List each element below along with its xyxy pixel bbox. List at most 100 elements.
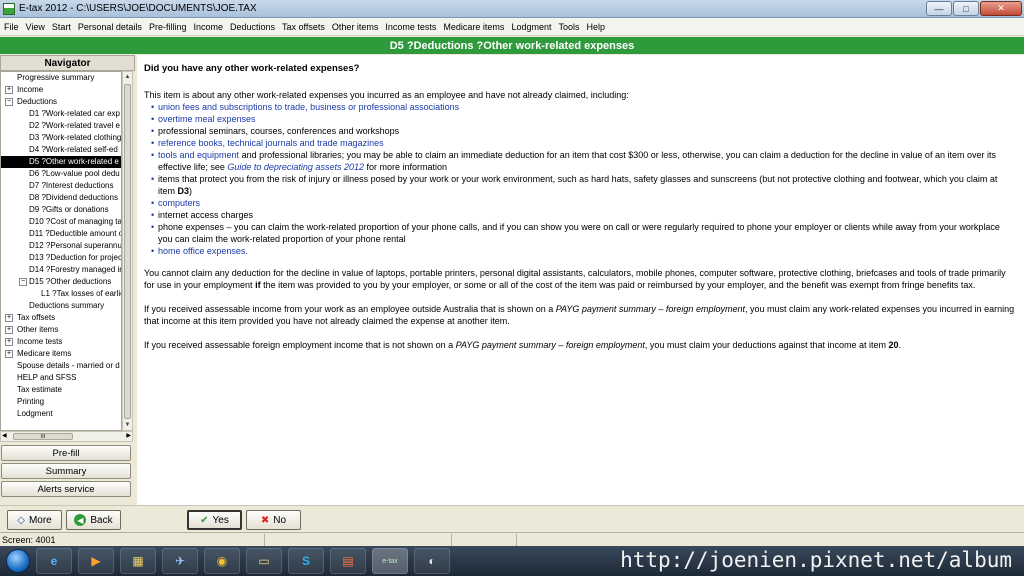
navigator-tree-item[interactable]: − D15 ?Other deductions [1, 276, 121, 288]
depreciation-guide-link[interactable]: Guide to depreciating assets 2012 [227, 162, 364, 172]
menu-help[interactable]: Help [586, 22, 605, 32]
navigator-tree-item[interactable]: Printing [1, 396, 121, 408]
no-button[interactable]: ✖ No [246, 510, 301, 530]
menu-medicare-items[interactable]: Medicare items [443, 22, 504, 32]
powerpoint-icon[interactable]: ▤ [330, 548, 366, 574]
etax-taskbar-icon[interactable]: e-tax [372, 548, 408, 574]
paint-icon[interactable]: ◐ [414, 548, 450, 574]
union-fees-link[interactable]: union fees and subscriptions to trade, b… [158, 102, 459, 112]
navigator-item-label: D7 ?Interest deductions [29, 181, 114, 190]
status-bar: Screen: 4001 [0, 532, 1024, 546]
list-item: internet access charges [151, 209, 1016, 221]
app-launcher-icon[interactable]: ✈ [162, 548, 198, 574]
navigator-tree-item[interactable]: Progressive summary [1, 72, 121, 84]
navigator-tree-item[interactable]: Deductions summary [1, 300, 121, 312]
navigator-tree-item[interactable]: HELP and SFSS [1, 372, 121, 384]
navigator-item-label: Tax estimate [17, 385, 62, 394]
navigator-item-label: Progressive summary [17, 73, 95, 82]
navigator-tree[interactable]: Progressive summary + Income − Deductions D1 … [0, 71, 122, 431]
navigator-tree-item[interactable]: D9 ?Gifts or donations [1, 204, 121, 216]
navigator-tree-item[interactable]: D13 ?Deduction for project [1, 252, 121, 264]
menu-deductions[interactable]: Deductions [230, 22, 275, 32]
menu-other-items[interactable]: Other items [332, 22, 379, 32]
navigator-tree-item[interactable]: D6 ?Low-value pool dedu [1, 168, 121, 180]
content-panel: Did you have any other work-related expe… [137, 55, 1024, 505]
cross-icon: ✖ [260, 514, 270, 526]
folder-icon[interactable]: ▭ [246, 548, 282, 574]
media-player-icon[interactable]: ▶ [78, 548, 114, 574]
menu-tax-offsets[interactable]: Tax offsets [282, 22, 325, 32]
more-button[interactable]: ◇ More [7, 510, 62, 530]
navigator-tree-item[interactable]: + Other items [1, 324, 121, 336]
navigator-tree-item[interactable]: Spouse details - married or d [1, 360, 121, 372]
menu-income-tests[interactable]: Income tests [385, 22, 436, 32]
navigator-tree-item[interactable]: D12 ?Personal superannua [1, 240, 121, 252]
navigator-tree-item[interactable]: Tax estimate [1, 384, 121, 396]
navigator-tree-item[interactable]: D8 ?Dividend deductions [1, 192, 121, 204]
menu-lodgment[interactable]: Lodgment [511, 22, 551, 32]
menu-income[interactable]: Income [193, 22, 223, 32]
navigator-item-label: D5 ?Other work-related e [29, 157, 119, 166]
chrome-icon[interactable]: ◉ [204, 548, 240, 574]
scroll-left-arrow-icon[interactable]: ◀ [2, 432, 7, 441]
expand-icon[interactable]: + [5, 314, 13, 322]
skype-icon[interactable]: S [288, 548, 324, 574]
expand-icon[interactable]: + [5, 350, 13, 358]
navigator-tree-item[interactable]: − Deductions [1, 96, 121, 108]
navigator-item-label: Income [17, 85, 44, 94]
navigator-tree-item[interactable]: D3 ?Work-related clothing [1, 132, 121, 144]
internet-explorer-icon[interactable]: e [36, 548, 72, 574]
navigator-tree-item[interactable]: + Income [1, 84, 121, 96]
expand-icon[interactable]: + [5, 86, 13, 94]
navigator-tree-item[interactable]: D7 ?Interest deductions [1, 180, 121, 192]
menu-tools[interactable]: Tools [558, 22, 579, 32]
home-office-link[interactable]: home office expenses. [158, 246, 248, 256]
close-button[interactable]: ✕ [980, 1, 1022, 16]
horizontal-scroll-thumb[interactable]: III [13, 433, 73, 440]
computers-link[interactable]: computers [158, 198, 200, 208]
summary-button[interactable]: Summary [1, 463, 131, 479]
navigator-tree-item[interactable]: L1 ?Tax losses of earlier [1, 288, 121, 300]
reference-books-link[interactable]: reference books, technical journals and … [158, 138, 384, 148]
navigator-item-label: Printing [17, 397, 45, 406]
navigator-tree-item[interactable]: D10 ?Cost of managing tax [1, 216, 121, 228]
menu-view[interactable]: View [26, 22, 45, 32]
pre-fill-button[interactable]: Pre-fill [1, 445, 131, 461]
navigator-tree-item[interactable]: + Tax offsets [1, 312, 121, 324]
start-button[interactable] [6, 549, 30, 573]
expand-icon[interactable]: + [5, 338, 13, 346]
collapse-icon[interactable]: − [5, 98, 13, 106]
collapse-icon[interactable]: − [19, 278, 27, 286]
navigator-tree-item[interactable]: D1 ?Work-related car exp [1, 108, 121, 120]
navigator-tree-item[interactable]: D2 ?Work-related travel e [1, 120, 121, 132]
alerts-service-button[interactable]: Alerts service [1, 481, 131, 497]
maximize-button[interactable]: □ [953, 1, 979, 16]
menu-start[interactable]: Start [52, 22, 71, 32]
minimize-button[interactable]: — [926, 1, 952, 16]
foreign-income-paragraph: If you received assessable foreign emplo… [144, 340, 902, 350]
tools-equipment-link[interactable]: tools and equipment [158, 150, 239, 160]
scroll-up-arrow-icon[interactable]: ▲ [123, 72, 132, 82]
navigator-tree-item[interactable]: D11 ?Deductible amount of [1, 228, 121, 240]
navigator-vertical-scrollbar[interactable]: ▲ ▼ [122, 71, 133, 431]
navigator-tree-item[interactable]: Lodgment [1, 408, 121, 420]
scroll-thumb[interactable] [124, 84, 131, 419]
navigator-tree-item[interactable]: D5 ?Other work-related e [1, 156, 121, 168]
file-explorer-icon[interactable]: ▦ [120, 548, 156, 574]
back-button[interactable]: ◀ Back [66, 510, 121, 530]
navigator-tree-item[interactable]: + Income tests [1, 336, 121, 348]
navigator-horizontal-scrollbar[interactable]: ◀ III ▶ [0, 431, 133, 442]
list-item: union fees and subscriptions to trade, b… [151, 101, 1016, 113]
back-arrow-icon: ◀ [74, 514, 87, 526]
navigator-tree-item[interactable]: + Medicare items [1, 348, 121, 360]
overtime-meal-link[interactable]: overtime meal expenses [158, 114, 256, 124]
scroll-right-arrow-icon[interactable]: ▶ [126, 432, 131, 441]
menu-pre-filling[interactable]: Pre-filling [149, 22, 187, 32]
expand-icon[interactable]: + [5, 326, 13, 334]
menu-file[interactable]: File [4, 22, 19, 32]
scroll-down-arrow-icon[interactable]: ▼ [123, 420, 132, 430]
yes-button[interactable]: ✔ Yes [187, 510, 242, 530]
navigator-tree-item[interactable]: D14 ?Forestry managed in [1, 264, 121, 276]
navigator-tree-item[interactable]: D4 ?Work-related self-ed [1, 144, 121, 156]
menu-personal-details[interactable]: Personal details [78, 22, 142, 32]
